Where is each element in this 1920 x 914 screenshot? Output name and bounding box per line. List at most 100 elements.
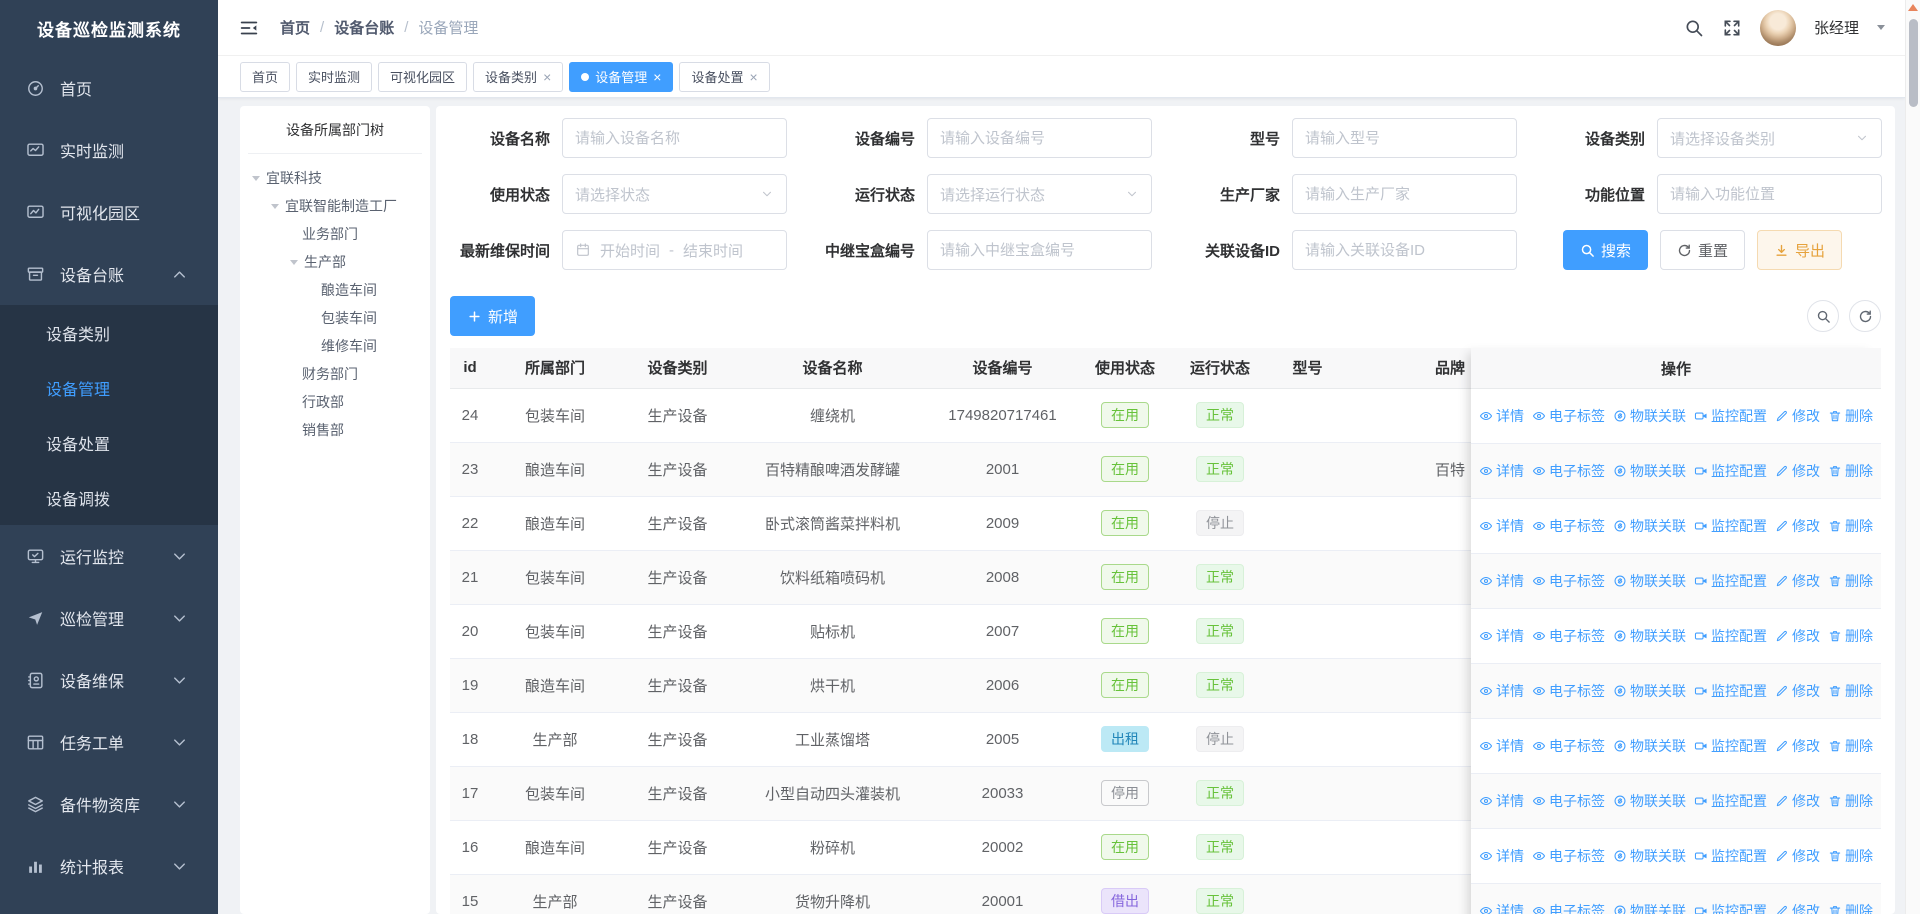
action-delete-link[interactable]: 删除 <box>1828 626 1873 646</box>
action-e-tag-link[interactable]: 电子标签 <box>1532 736 1605 756</box>
action-monitor-config-link[interactable]: 监控配置 <box>1694 901 1767 914</box>
user-caret-down-icon[interactable] <box>1877 25 1885 30</box>
action-edit-link[interactable]: 修改 <box>1775 736 1820 756</box>
filter-input-9[interactable] <box>927 230 1152 270</box>
action-iot-link-link[interactable]: 物联关联 <box>1613 461 1686 481</box>
tab-close-icon[interactable]: × <box>653 70 661 84</box>
sidebar-item-3[interactable]: 设备台账 <box>0 243 218 305</box>
tab-close-icon[interactable]: × <box>749 70 757 84</box>
action-e-tag-link[interactable]: 电子标签 <box>1532 791 1605 811</box>
avatar[interactable] <box>1760 10 1796 46</box>
tree-node-3[interactable]: 生产部 <box>246 248 424 276</box>
filter-input-7[interactable] <box>1657 174 1882 214</box>
action-e-tag-link[interactable]: 电子标签 <box>1532 406 1605 426</box>
search-icon[interactable] <box>1684 18 1704 38</box>
action-delete-link[interactable]: 删除 <box>1828 846 1873 866</box>
action-monitor-config-link[interactable]: 监控配置 <box>1694 736 1767 756</box>
tree-expand-icon[interactable] <box>290 260 298 265</box>
filter-select-3[interactable]: 请选择设备类别 <box>1657 118 1882 158</box>
action-edit-link[interactable]: 修改 <box>1775 406 1820 426</box>
sidebar-subitem-0[interactable]: 设备类别 <box>0 305 218 360</box>
action-detail-link[interactable]: 详情 <box>1479 736 1524 756</box>
action-detail-link[interactable]: 详情 <box>1479 461 1524 481</box>
action-detail-link[interactable]: 详情 <box>1479 901 1524 914</box>
sidebar-item-0[interactable]: 首页 <box>0 57 218 119</box>
filter-input-1[interactable] <box>927 118 1152 158</box>
action-delete-link[interactable]: 删除 <box>1828 736 1873 756</box>
breadcrumb-home[interactable]: 首页 <box>280 17 310 38</box>
tree-node-9[interactable]: 销售部 <box>246 416 424 444</box>
sidebar-item-7[interactable]: 任务工单 <box>0 711 218 773</box>
tree-node-0[interactable]: 宜联科技 <box>246 164 424 192</box>
action-e-tag-link[interactable]: 电子标签 <box>1532 461 1605 481</box>
action-detail-link[interactable]: 详情 <box>1479 571 1524 591</box>
action-monitor-config-link[interactable]: 监控配置 <box>1694 626 1767 646</box>
sidebar-toggle-icon[interactable] <box>238 17 260 39</box>
action-delete-link[interactable]: 删除 <box>1828 461 1873 481</box>
tree-node-5[interactable]: 包装车间 <box>246 304 424 332</box>
action-edit-link[interactable]: 修改 <box>1775 681 1820 701</box>
sidebar-item-8[interactable]: 备件物资库 <box>0 773 218 835</box>
filter-select-4[interactable]: 请选择状态 <box>562 174 787 214</box>
action-iot-link-link[interactable]: 物联关联 <box>1613 791 1686 811</box>
table-refresh-button[interactable] <box>1849 300 1881 332</box>
filter-input-6[interactable] <box>1292 174 1517 214</box>
action-monitor-config-link[interactable]: 监控配置 <box>1694 516 1767 536</box>
scroll-up-arrow[interactable] <box>1908 4 1918 11</box>
tree-node-7[interactable]: 财务部门 <box>246 360 424 388</box>
action-delete-link[interactable]: 删除 <box>1828 571 1873 591</box>
action-e-tag-link[interactable]: 电子标签 <box>1532 681 1605 701</box>
action-iot-link-link[interactable]: 物联关联 <box>1613 571 1686 591</box>
tree-node-2[interactable]: 业务部门 <box>246 220 424 248</box>
tab-5[interactable]: 设备处置× <box>679 62 769 92</box>
filter-input-0[interactable] <box>562 118 787 158</box>
action-iot-link-link[interactable]: 物联关联 <box>1613 846 1686 866</box>
action-monitor-config-link[interactable]: 监控配置 <box>1694 406 1767 426</box>
action-e-tag-link[interactable]: 电子标签 <box>1532 846 1605 866</box>
action-delete-link[interactable]: 删除 <box>1828 901 1873 914</box>
action-monitor-config-link[interactable]: 监控配置 <box>1694 681 1767 701</box>
action-monitor-config-link[interactable]: 监控配置 <box>1694 791 1767 811</box>
user-name[interactable]: 张经理 <box>1814 17 1859 38</box>
action-edit-link[interactable]: 修改 <box>1775 571 1820 591</box>
add-button[interactable]: 新增 <box>450 296 535 336</box>
action-iot-link-link[interactable]: 物联关联 <box>1613 516 1686 536</box>
action-delete-link[interactable]: 删除 <box>1828 791 1873 811</box>
tree-node-6[interactable]: 维修车间 <box>246 332 424 360</box>
tree-node-4[interactable]: 酿造车间 <box>246 276 424 304</box>
action-edit-link[interactable]: 修改 <box>1775 461 1820 481</box>
sidebar-subitem-1[interactable]: 设备管理 <box>0 360 218 415</box>
action-edit-link[interactable]: 修改 <box>1775 901 1820 914</box>
filter-input-2[interactable] <box>1292 118 1517 158</box>
action-iot-link-link[interactable]: 物联关联 <box>1613 681 1686 701</box>
tree-expand-icon[interactable] <box>252 176 260 181</box>
sidebar-item-9[interactable]: 统计报表 <box>0 835 218 897</box>
action-detail-link[interactable]: 详情 <box>1479 791 1524 811</box>
filter-daterange-8[interactable]: 开始时间-结束时间 <box>562 230 787 270</box>
table-search-toggle-button[interactable] <box>1807 300 1839 332</box>
action-iot-link-link[interactable]: 物联关联 <box>1613 406 1686 426</box>
sidebar-subitem-3[interactable]: 设备调拨 <box>0 470 218 525</box>
search-button[interactable]: 搜索 <box>1563 230 1648 270</box>
tree-node-1[interactable]: 宜联智能制造工厂 <box>246 192 424 220</box>
action-e-tag-link[interactable]: 电子标签 <box>1532 571 1605 591</box>
action-delete-link[interactable]: 删除 <box>1828 681 1873 701</box>
scrollbar-thumb[interactable] <box>1909 19 1918 107</box>
tree-expand-icon[interactable] <box>271 204 279 209</box>
tab-4[interactable]: 设备管理× <box>569 62 673 92</box>
export-button[interactable]: 导出 <box>1757 230 1842 270</box>
action-detail-link[interactable]: 详情 <box>1479 681 1524 701</box>
action-iot-link-link[interactable]: 物联关联 <box>1613 736 1686 756</box>
reset-button[interactable]: 重置 <box>1660 230 1745 270</box>
action-iot-link-link[interactable]: 物联关联 <box>1613 901 1686 914</box>
tab-1[interactable]: 实时监测 <box>296 62 372 92</box>
action-e-tag-link[interactable]: 电子标签 <box>1532 626 1605 646</box>
tab-close-icon[interactable]: × <box>543 70 551 84</box>
action-iot-link-link[interactable]: 物联关联 <box>1613 626 1686 646</box>
sidebar-item-4[interactable]: 运行监控 <box>0 525 218 587</box>
tab-0[interactable]: 首页 <box>240 62 290 92</box>
action-e-tag-link[interactable]: 电子标签 <box>1532 516 1605 536</box>
action-delete-link[interactable]: 删除 <box>1828 406 1873 426</box>
sidebar-item-2[interactable]: 可视化园区 <box>0 181 218 243</box>
page-scrollbar[interactable] <box>1905 0 1920 914</box>
